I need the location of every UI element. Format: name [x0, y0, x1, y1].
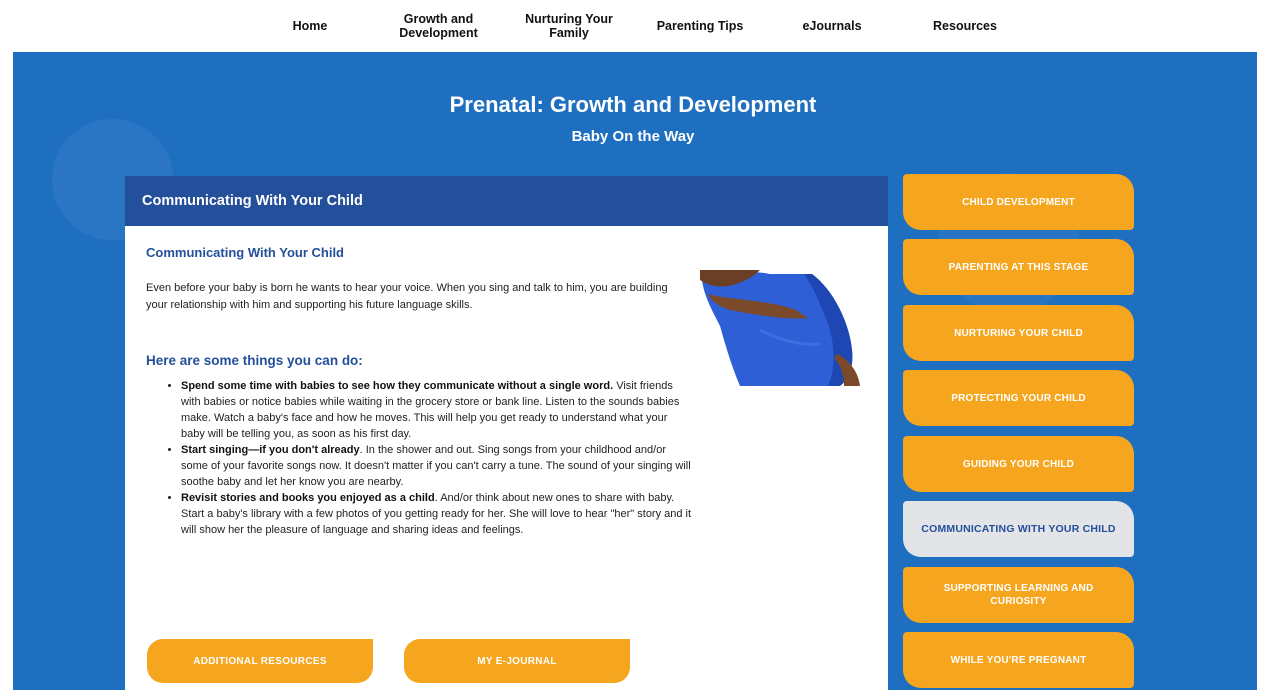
- tip-title: Revisit stories and books you enjoyed as…: [181, 492, 435, 504]
- my-ejournal-button[interactable]: MY E-JOURNAL: [404, 639, 630, 683]
- sidebar-item-communicating-with-your-child[interactable]: COMMUNICATING WITH YOUR CHILD: [903, 501, 1134, 557]
- nav-resources[interactable]: Resources: [920, 0, 1010, 52]
- top-navigation: Home Growth and Development Nurturing Yo…: [0, 0, 1266, 52]
- sidebar-item-nurturing-your-child[interactable]: NURTURING YOUR CHILD: [903, 305, 1134, 361]
- list-item: Start singing—if you don't already. In t…: [181, 442, 693, 490]
- card-header-title: Communicating With Your Child: [142, 193, 363, 209]
- nav-nurturing-your-family[interactable]: Nurturing Your Family: [516, 0, 622, 52]
- list-item: Revisit stories and books you enjoyed as…: [181, 490, 693, 538]
- pregnant-belly-photo: [700, 270, 860, 388]
- tips-list: Spend some time with babies to see how t…: [167, 378, 693, 538]
- nav-home[interactable]: Home: [280, 0, 340, 52]
- sidebar-item-protecting-your-child[interactable]: PROTECTING YOUR CHILD: [903, 370, 1134, 426]
- page-subtitle: Baby On the Way: [571, 128, 695, 145]
- tip-title: Start singing—if you don't already: [181, 444, 360, 456]
- nav-growth-and-development[interactable]: Growth and Development: [386, 0, 491, 52]
- things-to-do-heading: Here are some things you can do:: [146, 353, 363, 368]
- intro-paragraph: Even before your baby is born he wants t…: [146, 282, 668, 311]
- page-edge: [1257, 52, 1266, 690]
- card-header: Communicating With Your Child: [125, 176, 888, 226]
- sidebar-item-guiding-your-child[interactable]: GUIDING YOUR CHILD: [903, 436, 1134, 492]
- additional-resources-button[interactable]: ADDITIONAL RESOURCES: [147, 639, 373, 683]
- sidebar-item-child-development[interactable]: CHILD DEVELOPMENT: [903, 174, 1134, 230]
- nav-parenting-tips[interactable]: Parenting Tips: [646, 0, 754, 52]
- tip-title: Spend some time with babies to see how t…: [181, 380, 614, 392]
- page-title: Prenatal: Growth and Development: [449, 92, 817, 117]
- sidebar-item-supporting-learning-and-curiosity[interactable]: SUPPORTING LEARNING AND CURIOSITY: [903, 567, 1134, 623]
- sidebar-item-parenting-at-this-stage[interactable]: PARENTING AT THIS STAGE: [903, 239, 1134, 295]
- sidebar-item-while-youre-pregnant[interactable]: WHILE YOU'RE PREGNANT: [903, 632, 1134, 688]
- list-item: Spend some time with babies to see how t…: [181, 378, 693, 442]
- section-heading: Communicating With Your Child: [146, 245, 345, 260]
- nav-ejournals[interactable]: eJournals: [792, 0, 872, 52]
